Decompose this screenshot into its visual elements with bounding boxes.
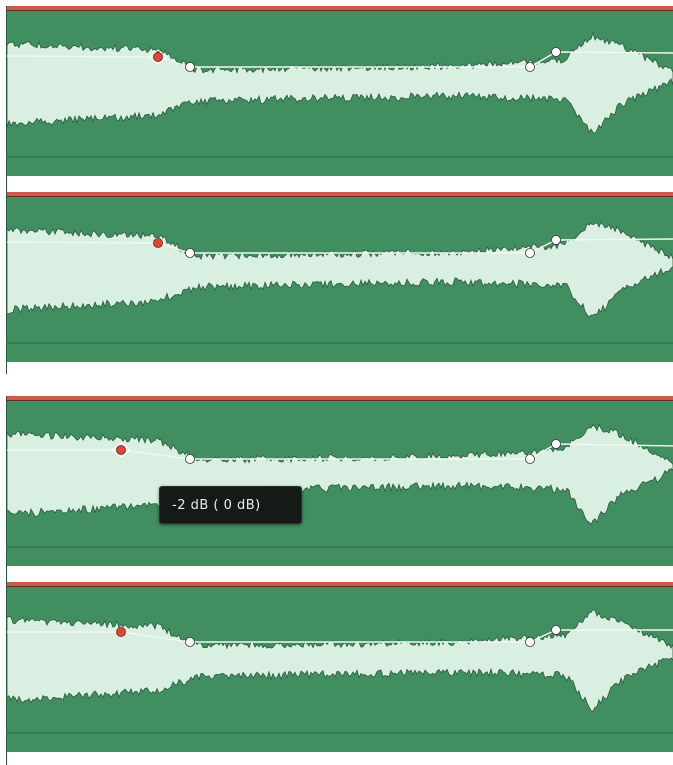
clip-header-strip — [7, 192, 673, 196]
keyframe[interactable] — [525, 62, 535, 72]
clip-panel-after — [6, 396, 673, 765]
keyframe-selected[interactable] — [153, 52, 163, 62]
clip-panel-before — [6, 6, 673, 374]
volume-tooltip: -2 dB ( 0 dB) — [159, 486, 302, 524]
keyframe-selected[interactable] — [153, 238, 163, 248]
keyframe[interactable] — [525, 454, 535, 464]
clip-header-strip — [7, 6, 673, 10]
track-canvas — [7, 582, 673, 752]
keyframe[interactable] — [525, 637, 535, 647]
clip-header-strip — [7, 396, 673, 400]
track-canvas — [7, 192, 673, 362]
keyframe-selected[interactable] — [116, 627, 126, 637]
keyframe-selected[interactable] — [116, 445, 126, 455]
track-canvas — [7, 6, 673, 176]
audio-track-2[interactable] — [7, 192, 673, 362]
keyframe[interactable] — [185, 637, 195, 647]
keyframe[interactable] — [185, 62, 195, 72]
keyframe[interactable] — [525, 248, 535, 258]
audio-track-4[interactable] — [7, 582, 673, 752]
audio-track-1[interactable] — [7, 6, 673, 176]
track-canvas — [7, 396, 673, 566]
audio-track-3[interactable] — [7, 396, 673, 566]
clip-header-divider — [7, 196, 673, 197]
volume-tooltip-text: -2 dB ( 0 dB) — [172, 497, 261, 513]
keyframe[interactable] — [551, 47, 561, 57]
keyframe[interactable] — [185, 248, 195, 258]
keyframe[interactable] — [185, 454, 195, 464]
keyframe[interactable] — [551, 235, 561, 245]
keyframe[interactable] — [551, 439, 561, 449]
clip-header-strip — [7, 582, 673, 586]
keyframe[interactable] — [551, 625, 561, 635]
clip-header-divider — [7, 10, 673, 11]
clip-header-divider — [7, 400, 673, 401]
clip-header-divider — [7, 586, 673, 587]
